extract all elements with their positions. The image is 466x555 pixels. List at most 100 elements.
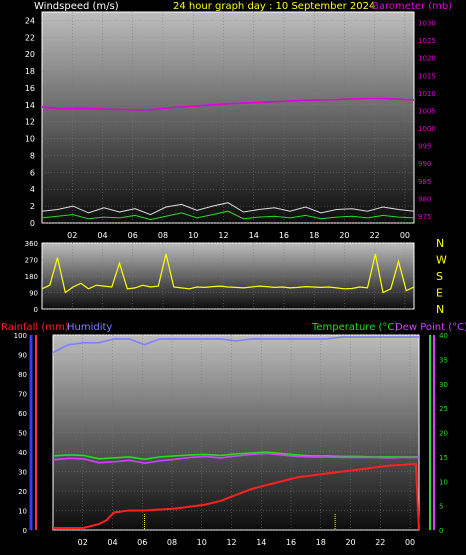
wind-y-tick-label: 10 [25,135,35,144]
wind-y-tick-label: 20 [25,50,35,59]
rain-x-tick-label: 16 [286,538,296,547]
humidity-y-tick-label: 30 [18,469,27,477]
direction-x-tick-label: 00 [400,0,410,2]
direction-y-tick-label: 360 [25,240,38,248]
wind-x-tick-label: 20 [339,231,349,240]
temperature-y-tick-label: 0 [439,527,443,535]
barometer-axis-title: Barometer (mb) [372,1,452,12]
compass-label: S [436,270,443,283]
wind-y-tick-label: 18 [25,67,35,76]
direction-x-tick-label: 08 [158,0,168,2]
wind-x-tick-label: 14 [249,231,259,240]
humidity-y-tick-label: 90 [18,352,27,360]
compass-label: E [436,287,443,300]
wind-x-tick-label: 00 [400,231,410,240]
wind-y-tick-label: 4 [30,185,35,194]
direction-x-tick-label: 06 [128,0,138,2]
wind-y-tick-label: 0 [30,219,35,228]
wind-x-tick-label: 04 [97,231,107,240]
rain-x-tick-label: 20 [345,538,355,547]
wind-y-tick-label: 24 [25,16,35,25]
barometer-y-tick-label: 1010 [418,90,436,98]
direction-x-tick-label: 16 [279,0,289,2]
dewpoint-legend: Dew Point (°C) [395,322,466,333]
direction-y-tick-label: 90 [29,290,38,298]
rain-x-tick-label: 04 [107,538,117,547]
humidity-y-tick-label: 60 [18,410,27,418]
compass-label: N [436,237,444,250]
wind-y-tick-label: 22 [25,33,35,42]
temperature-y-tick-label: 10 [439,478,448,486]
barometer-y-tick-label: 1005 [418,107,436,115]
wind-y-tick-label: 8 [30,151,35,160]
humidity-y-tick-label: 0 [23,527,27,535]
rain-x-tick-label: 06 [137,538,147,547]
humidity-legend: Humidity [67,322,112,333]
barometer-y-tick-label: 980 [418,195,431,203]
temperature-y-tick-label: 40 [439,332,448,340]
humidity-y-tick-label: 70 [18,391,27,399]
humidity-y-tick-label: 20 [18,488,27,496]
rain-x-tick-label: 10 [197,538,207,547]
windspeed-axis-title: Windspeed (m/s) [34,1,119,12]
rain-x-tick-label: 08 [167,538,177,547]
temperature-y-tick-label: 5 [439,503,443,511]
wind-x-tick-label: 16 [279,231,289,240]
wind-x-tick-label: 12 [218,231,228,240]
wind-barometer-plot-area [41,11,415,224]
barometer-y-tick-label: 1020 [418,55,436,63]
rain-x-tick-label: 12 [226,538,236,547]
wind-y-tick-label: 14 [25,101,35,110]
barometer-y-tick-label: 995 [418,143,431,151]
compass-label: W [436,254,447,267]
temperature-y-tick-label: 30 [439,381,448,389]
wind-x-tick-label: 10 [188,231,198,240]
temperature-y-tick-label: 15 [439,454,448,462]
direction-x-tick-label: 12 [218,0,228,2]
rain-x-tick-label: 00 [405,538,415,547]
barometer-y-tick-label: 1025 [418,37,436,45]
wind-y-tick-label: 2 [30,202,35,211]
direction-x-tick-label: 20 [339,0,349,2]
direction-x-tick-label: 10 [188,0,198,2]
direction-x-tick-label: 18 [309,0,319,2]
barometer-y-tick-label: 1000 [418,125,436,133]
weather-chart: Windspeed (m/s) 24 hour graph day : 10 S… [1,0,466,547]
direction-x-tick-label: 04 [97,0,107,2]
barometer-y-tick-label: 1015 [418,72,436,80]
compass-label: N [436,303,444,316]
rain-x-tick-label: 18 [316,538,326,547]
barometer-y-tick-label: 1030 [418,20,436,28]
direction-y-tick-label: 0 [34,306,38,314]
humidity-y-tick-label: 50 [18,430,27,438]
wind-x-tick-label: 22 [370,231,380,240]
rain-x-tick-label: 02 [78,538,88,547]
temperature-y-tick-label: 35 [439,356,448,364]
barometer-y-tick-label: 985 [418,178,431,186]
humidity-y-tick-label: 80 [18,371,27,379]
rain-x-tick-label: 14 [256,538,266,547]
wind-y-tick-label: 12 [25,118,35,127]
wind-x-tick-label: 02 [67,231,77,240]
chart-title: 24 hour graph day : 10 September 2024 [173,1,375,12]
rain-x-tick-label: 22 [375,538,385,547]
direction-x-tick-label: 22 [370,0,380,2]
direction-y-tick-label: 270 [25,257,38,265]
wind-x-tick-label: 18 [309,231,319,240]
wind-y-tick-label: 6 [30,168,35,177]
direction-x-tick-label: 02 [67,0,77,2]
humidity-y-tick-label: 40 [18,449,27,457]
rainfall-legend: Rainfall (mm) [1,322,69,333]
barometer-y-tick-label: 990 [418,160,431,168]
temperature-y-tick-label: 20 [439,430,448,438]
direction-y-tick-label: 180 [25,273,38,281]
direction-x-tick-label: 14 [249,0,259,2]
wind-x-tick-label: 06 [128,231,138,240]
barometer-y-tick-label: 975 [418,213,431,221]
wind-x-tick-label: 08 [158,231,168,240]
humidity-y-tick-label: 10 [18,508,27,516]
humidity-y-tick-label: 100 [14,332,27,340]
wind-y-tick-label: 16 [25,84,35,93]
temperature-y-tick-label: 25 [439,405,448,413]
temperature-legend: Temperature (°C) [311,322,398,333]
